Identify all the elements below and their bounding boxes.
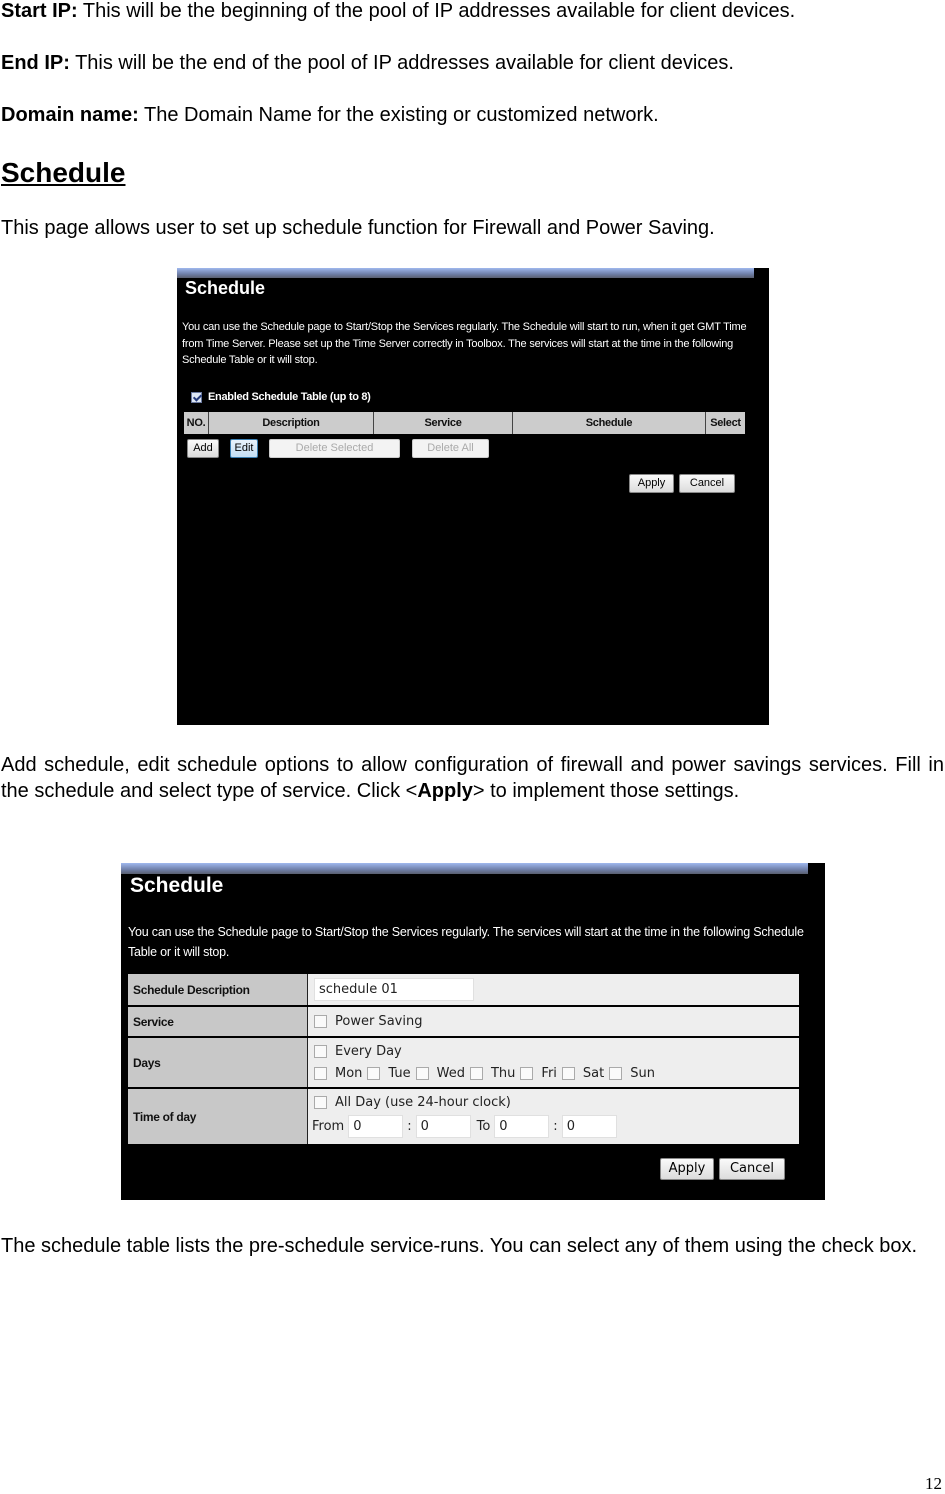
enable-schedule-checkbox[interactable] — [191, 391, 202, 403]
description-row: Schedule Description — [128, 974, 799, 1007]
add-schedule-paragraph: Add schedule, edit schedule options to a… — [1, 752, 944, 804]
mon-checkbox[interactable] — [314, 1066, 327, 1080]
domain-name-paragraph: Domain name: The Domain Name for the exi… — [1, 102, 659, 128]
start-ip-text: This will be the beginning of the pool o… — [77, 0, 796, 22]
schedule-page-description: You can use the Schedule page to Start/S… — [182, 321, 747, 366]
days-row: Days Every Day Mon Tue Wed Thu Fri Sat S… — [128, 1038, 799, 1089]
column-no: NO. — [184, 412, 209, 434]
all-day-label: All Day (use 24-hour clock) — [335, 1094, 511, 1110]
time-of-day-label: Time of day — [128, 1089, 308, 1144]
service-row: Service Power Saving — [128, 1007, 799, 1038]
add-button[interactable]: Add — [187, 439, 219, 458]
column-description: Description — [209, 412, 374, 434]
closing-paragraph: The schedule table lists the pre-schedul… — [1, 1235, 918, 1257]
sun-checkbox[interactable] — [609, 1066, 623, 1080]
apply-keyword: Apply — [417, 780, 473, 802]
edit-button[interactable]: Edit — [230, 439, 258, 458]
tue-label: Tue — [388, 1065, 411, 1081]
end-ip-text: This will be the end of the pool of IP a… — [69, 52, 734, 74]
from-minute-input[interactable] — [415, 1114, 471, 1138]
description-label: Schedule Description — [128, 974, 308, 1005]
section-heading: Schedule — [1, 157, 126, 188]
to-separator: : — [553, 1118, 558, 1134]
mon-label: Mon — [335, 1065, 363, 1081]
schedule-table-screenshot: Schedule You can use the Schedule page t… — [177, 268, 769, 725]
every-day-label: Every Day — [335, 1043, 402, 1059]
apply-button[interactable]: Apply — [660, 1158, 714, 1180]
section-intro: This page allows user to set up schedule… — [1, 217, 715, 239]
enable-schedule-row: Enabled Schedule Table (up to 8) — [191, 391, 371, 403]
schedule-edit-description: You can use the Schedule page to Start/S… — [128, 925, 804, 959]
from-separator: : — [407, 1118, 412, 1134]
wed-checkbox[interactable] — [415, 1066, 429, 1080]
power-saving-checkbox[interactable] — [314, 1015, 327, 1028]
enable-schedule-label: Enabled Schedule Table (up to 8) — [208, 391, 371, 403]
delete-selected-button[interactable]: Delete Selected — [269, 439, 400, 458]
fri-checkbox[interactable] — [520, 1066, 534, 1080]
to-label: To — [476, 1118, 491, 1134]
start-ip-label: Start IP: — [1, 0, 78, 22]
cancel-button[interactable]: Cancel — [719, 1158, 785, 1180]
start-ip-paragraph: Start IP: This will be the beginning of … — [1, 0, 795, 24]
from-hour-input[interactable] — [348, 1114, 404, 1138]
days-label: Days — [128, 1038, 308, 1087]
every-day-checkbox[interactable] — [314, 1044, 327, 1058]
column-select: Select — [710, 417, 741, 429]
schedule-description-input[interactable] — [314, 978, 474, 1001]
wed-label: Wed — [436, 1065, 465, 1081]
schedule-edit-screenshot: Schedule You can use the Schedule page t… — [121, 863, 825, 1200]
end-ip-paragraph: End IP: This will be the end of the pool… — [1, 50, 734, 76]
end-ip-label: End IP: — [1, 52, 70, 74]
schedule-page-title: Schedule — [185, 278, 266, 298]
sat-checkbox[interactable] — [561, 1066, 575, 1080]
from-label: From — [312, 1118, 345, 1134]
schedule-table-header: NO. Description Service Schedule Select — [184, 412, 745, 434]
cancel-button[interactable]: Cancel — [679, 474, 735, 493]
service-label: Service — [128, 1007, 308, 1036]
column-service: Service — [374, 412, 513, 434]
apply-button[interactable]: Apply — [629, 474, 674, 493]
to-minute-input[interactable] — [561, 1114, 617, 1138]
schedule-edit-title: Schedule — [130, 874, 224, 897]
power-saving-label: Power Saving — [335, 1014, 423, 1029]
schedule-form: Schedule Description Service Power Savin… — [128, 974, 799, 1144]
thu-checkbox[interactable] — [469, 1066, 483, 1080]
sun-label: Sun — [630, 1065, 655, 1081]
to-hour-input[interactable] — [494, 1114, 550, 1138]
page-number: 12 — [925, 1474, 942, 1493]
tue-checkbox[interactable] — [367, 1066, 381, 1080]
fri-label: Fri — [541, 1065, 557, 1081]
thu-label: Thu — [490, 1065, 516, 1081]
time-of-day-row: Time of day All Day (use 24-hour clock) … — [128, 1089, 799, 1144]
title-bar-gradient — [121, 863, 808, 874]
domain-name-label: Domain name: — [1, 104, 139, 126]
sat-label: Sat — [582, 1065, 605, 1081]
domain-name-text: The Domain Name for the existing or cust… — [138, 104, 659, 126]
column-schedule: Schedule — [513, 412, 706, 434]
weekday-list: Mon Tue Wed Thu Fri Sat Sun — [314, 1062, 793, 1084]
all-day-checkbox[interactable] — [314, 1095, 327, 1109]
delete-all-button[interactable]: Delete All — [412, 439, 489, 458]
add-schedule-text-post: > to implement those settings. — [472, 780, 740, 802]
title-bar-gradient — [177, 268, 754, 278]
